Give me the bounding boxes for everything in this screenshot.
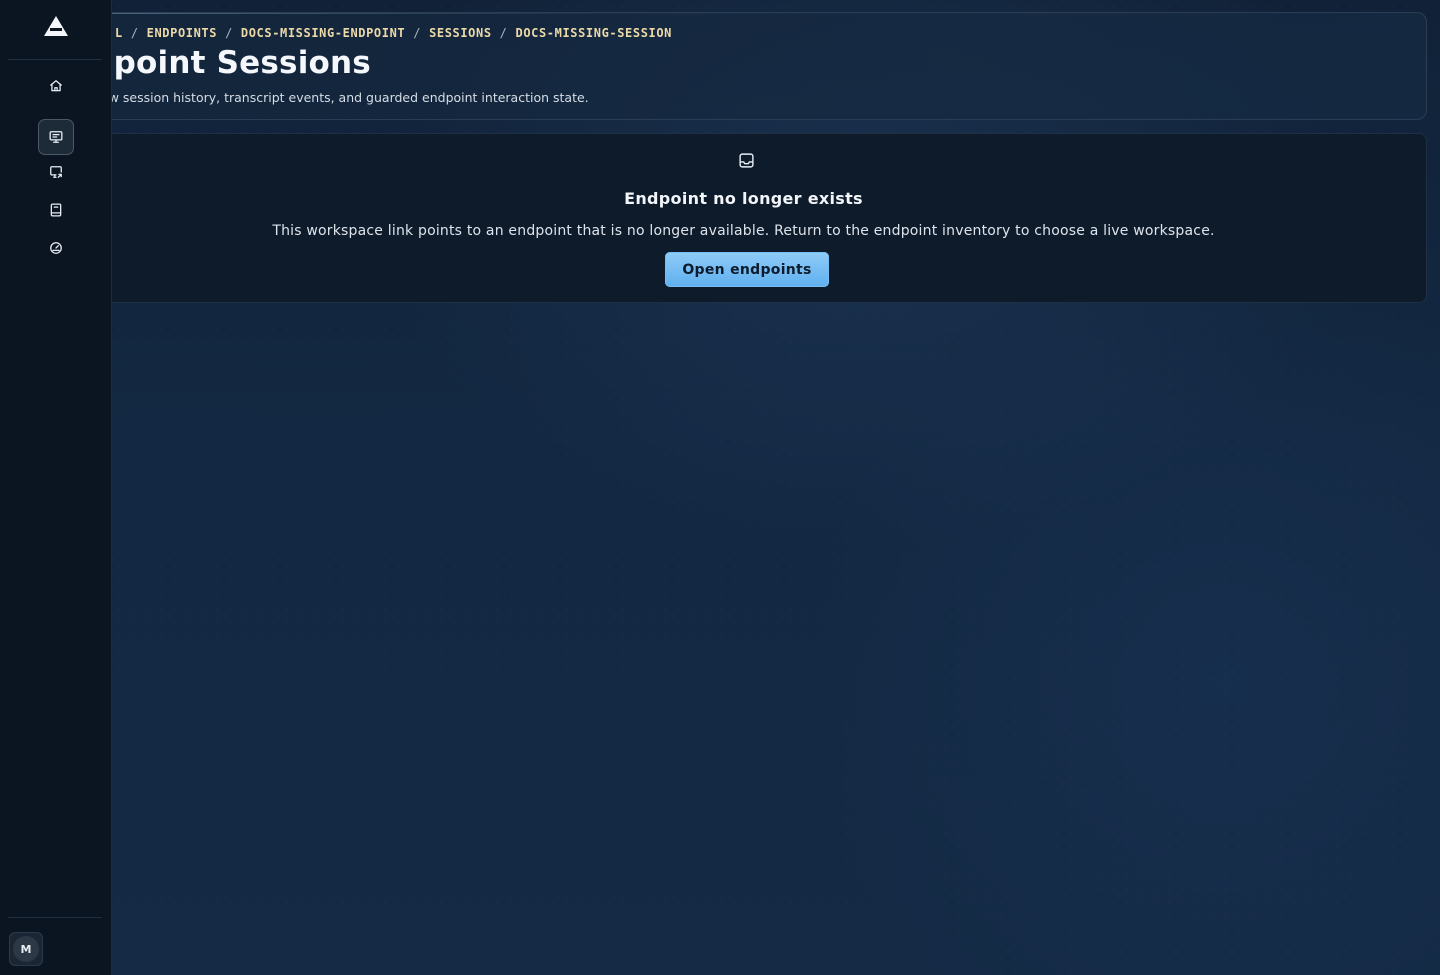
sidebar-item-endpoints[interactable] [38, 119, 74, 155]
sidebar-item-dashboard[interactable] [38, 230, 74, 266]
breadcrumb: L / ENDPOINTS / DOCS-MISSING-ENDPOINT / SESSIO… [115, 26, 672, 40]
gauge-icon [49, 241, 63, 255]
breadcrumb-item-endpoint[interactable]: DOCS-MISSING-ENDPOINT [241, 26, 405, 40]
app-logo[interactable] [44, 16, 68, 36]
sidebar-item-remote-sessions[interactable] [38, 154, 74, 190]
empty-state-card: Endpoint no longer exists This workspace… [60, 133, 1427, 303]
empty-state-title: Endpoint no longer exists [624, 189, 863, 208]
page-subtitle: ew session history, transcript events, a… [101, 90, 589, 105]
breadcrumb-item-partial[interactable]: L [115, 26, 123, 40]
sidebar-divider [8, 59, 102, 60]
breadcrumb-separator: / [413, 26, 422, 40]
page-title: ndpoint Sessions [69, 45, 371, 81]
breadcrumb-separator: / [225, 26, 233, 40]
user-avatar-button[interactable]: M [9, 932, 43, 966]
sidebar-item-docs[interactable] [38, 192, 74, 228]
sidebar: M [0, 0, 112, 975]
book-icon [49, 203, 63, 217]
avatar: M [13, 936, 39, 962]
home-icon [49, 79, 63, 93]
breadcrumb-item-sessions[interactable]: SESSIONS [429, 26, 492, 40]
sidebar-divider [8, 917, 102, 918]
breadcrumb-item-session: DOCS-MISSING-SESSION [515, 26, 672, 40]
monitor-icon [49, 130, 63, 144]
breadcrumb-separator: / [130, 26, 139, 40]
open-endpoints-button[interactable]: Open endpoints [665, 252, 829, 287]
page-header: L / ENDPOINTS / DOCS-MISSING-ENDPOINT / SESSIO… [60, 12, 1427, 120]
inbox-icon [738, 152, 755, 173]
empty-state-description: This workspace link points to an endpoin… [272, 223, 1215, 239]
breadcrumb-separator: / [499, 26, 508, 40]
monitor-share-icon [49, 165, 63, 179]
breadcrumb-item-endpoints[interactable]: ENDPOINTS [147, 26, 217, 40]
sidebar-item-home[interactable] [38, 68, 74, 104]
